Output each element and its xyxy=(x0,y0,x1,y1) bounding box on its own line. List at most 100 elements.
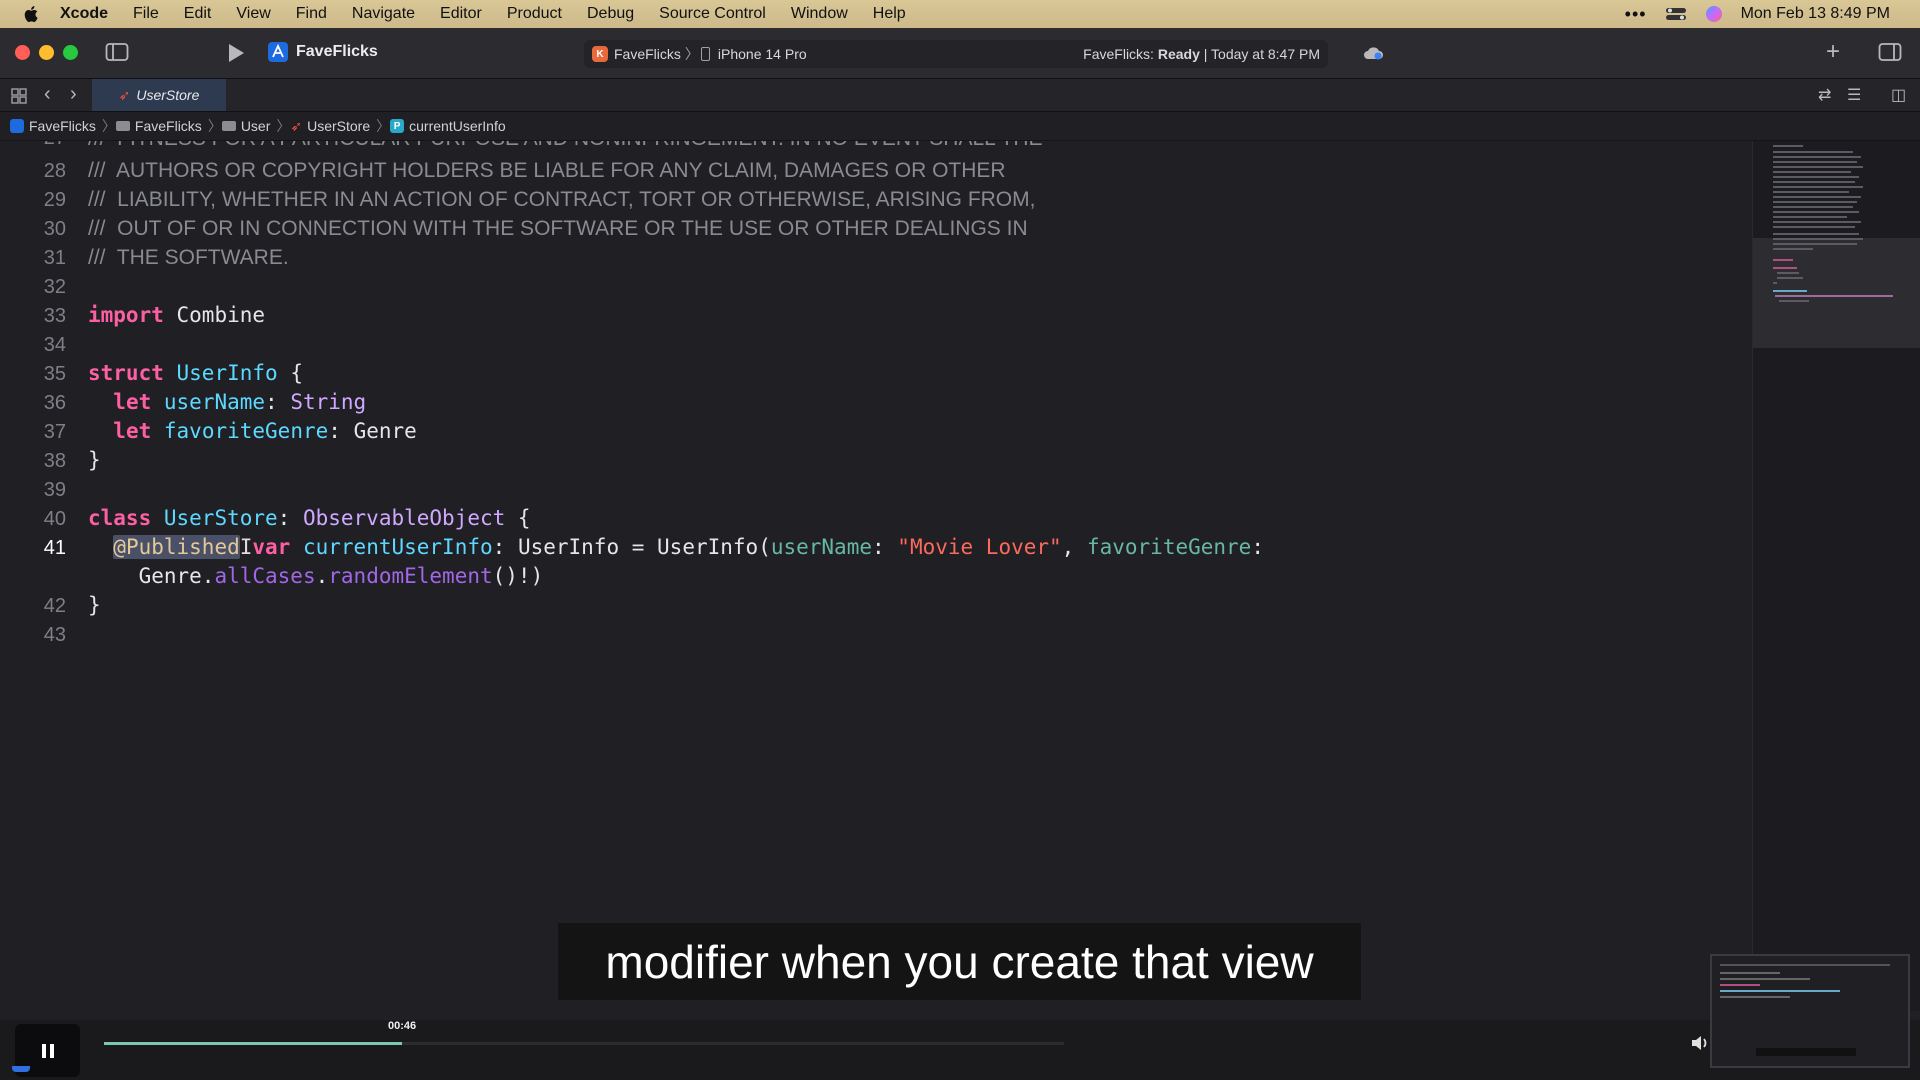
tab-userstore[interactable]: ➶ UserStore xyxy=(92,79,226,111)
minimap-line xyxy=(1773,211,1859,213)
line-number-current: 41 xyxy=(43,537,66,559)
minimap-viewport[interactable] xyxy=(1753,238,1920,348)
punctuation: : xyxy=(1251,535,1264,559)
siri-icon[interactable] xyxy=(1705,5,1723,23)
punctuation: { xyxy=(505,506,531,530)
forward-icon[interactable]: › xyxy=(70,83,77,106)
breadcrumb: FaveFlicks 〉 FaveFlicks 〉 User 〉 ➶ UserS… xyxy=(0,112,1920,141)
minimap-line xyxy=(1773,161,1857,163)
breadcrumb-file-label: UserStore xyxy=(307,118,371,134)
minimap-line xyxy=(1773,259,1793,261)
device-selector[interactable]: iPhone 14 Pro xyxy=(718,46,807,62)
punctuation: : xyxy=(492,535,518,559)
tab-label: UserStore xyxy=(136,87,200,103)
cloud-icon[interactable] xyxy=(1362,45,1384,61)
menu-source-control[interactable]: Source Control xyxy=(659,5,766,23)
menu-app-name[interactable]: Xcode xyxy=(60,5,108,23)
progress-fill xyxy=(104,1042,402,1045)
status-state: Ready xyxy=(1157,46,1200,62)
breadcrumb-file[interactable]: ➶ UserStore xyxy=(290,118,370,135)
minimap-line xyxy=(1773,166,1863,168)
minimap-line xyxy=(1773,181,1855,183)
status-app: FaveFlicks: xyxy=(1083,46,1154,62)
video-subtitle: modifier when you create that view xyxy=(558,923,1361,1000)
menu-edit[interactable]: Edit xyxy=(184,5,212,23)
control-center-icon[interactable] xyxy=(1665,6,1687,22)
minimize-window-button[interactable] xyxy=(39,45,54,60)
breadcrumb-folder[interactable]: FaveFlicks xyxy=(115,118,202,134)
status-time: | Today at 8:47 PM xyxy=(1203,46,1320,62)
run-icon[interactable] xyxy=(227,43,245,63)
code-line: import Combine xyxy=(88,303,265,327)
editor-tab-bar: ‹ › ➶ UserStore ⇄ ☰ ◫ xyxy=(0,79,1920,112)
breadcrumb-folder-label: FaveFlicks xyxy=(134,118,202,134)
more-icon[interactable]: ••• xyxy=(1625,4,1647,25)
punctuation: : xyxy=(265,390,291,414)
minimap-line xyxy=(1773,226,1855,228)
menu-product[interactable]: Product xyxy=(507,5,562,23)
inspector-toggle-icon[interactable] xyxy=(1878,42,1902,62)
menu-editor[interactable]: Editor xyxy=(440,5,482,23)
menu-clock[interactable]: Mon Feb 13 8:49 PM xyxy=(1741,5,1890,23)
minimap-line xyxy=(1773,282,1777,284)
partial-line: 27 /// FITNESS FOR A PARTICULAR PURPOSE … xyxy=(0,141,1752,153)
comment-line: /// OUT OF OR IN CONNECTION WITH THE SOF… xyxy=(88,217,1028,240)
minimap-line xyxy=(1779,300,1809,302)
menu-help[interactable]: Help xyxy=(873,5,906,23)
menu-window[interactable]: Window xyxy=(791,5,848,23)
volume-icon[interactable] xyxy=(1690,1033,1712,1053)
keyword: class xyxy=(88,506,152,530)
line-number: 27 xyxy=(0,141,66,150)
minimap[interactable] xyxy=(1752,141,1920,1011)
swift-file-icon: ➶ xyxy=(118,86,131,103)
line-number: 34 xyxy=(43,334,66,356)
minimap-line xyxy=(1775,295,1893,297)
code-line: } xyxy=(88,448,101,472)
property-name: currentUserInfo xyxy=(302,535,493,559)
selected-attribute[interactable]: @Published xyxy=(113,535,240,559)
minimap-line xyxy=(1777,277,1803,279)
minimap-line xyxy=(1773,216,1847,218)
add-icon[interactable]: + xyxy=(1826,38,1840,66)
keyword: let xyxy=(113,419,152,443)
breadcrumb-project[interactable]: FaveFlicks xyxy=(10,118,96,134)
type-name: UserInfo xyxy=(517,535,620,559)
line-number: 39 xyxy=(43,479,66,501)
menu-navigate[interactable]: Navigate xyxy=(352,5,415,23)
breadcrumb-symbol[interactable]: P currentUserInfo xyxy=(390,118,506,134)
punctuation: : xyxy=(872,535,898,559)
scheme-selector[interactable]: FaveFlicks xyxy=(614,46,681,62)
code-editor[interactable]: 27 /// FITNESS FOR A PARTICULAR PURPOSE … xyxy=(0,141,1752,1011)
back-icon[interactable]: ‹ xyxy=(44,83,51,106)
split-editor-icon[interactable]: ◫ xyxy=(1891,85,1906,105)
punctuation: : xyxy=(328,419,354,443)
menu-view[interactable]: View xyxy=(236,5,270,23)
minimap-line xyxy=(1773,176,1859,178)
refresh-icon[interactable]: ⇄ xyxy=(1818,85,1831,105)
zoom-window-button[interactable] xyxy=(63,45,78,60)
menu-find[interactable]: Find xyxy=(296,5,327,23)
apple-icon[interactable] xyxy=(22,4,42,24)
line-number: 36 xyxy=(43,392,66,414)
type-name: UserStore xyxy=(163,506,278,530)
code-line: class UserStore: ObservableObject { xyxy=(88,506,531,530)
punctuation: : xyxy=(277,506,303,530)
pause-icon xyxy=(41,1043,54,1058)
menu-debug[interactable]: Debug xyxy=(587,5,634,23)
line-number: 31 xyxy=(43,247,66,269)
keyword: struct xyxy=(88,361,164,385)
grid-icon[interactable] xyxy=(11,88,27,104)
argument-label: userName xyxy=(770,535,872,559)
line-number: 30 xyxy=(43,218,66,240)
method-name: randomElement xyxy=(328,564,493,588)
minimap-line xyxy=(1773,238,1863,240)
text-cursor-icon: I xyxy=(239,535,253,559)
sidebar-toggle-icon[interactable] xyxy=(105,42,129,62)
breadcrumb-group[interactable]: User xyxy=(221,118,271,134)
progress-track[interactable] xyxy=(104,1042,1064,1045)
breadcrumb-group-label: User xyxy=(240,118,271,134)
menu-file[interactable]: File xyxy=(133,5,159,23)
close-window-button[interactable] xyxy=(15,45,30,60)
type-name: UserInfo xyxy=(657,535,759,559)
editor-options-icon[interactable]: ☰ xyxy=(1847,85,1861,105)
